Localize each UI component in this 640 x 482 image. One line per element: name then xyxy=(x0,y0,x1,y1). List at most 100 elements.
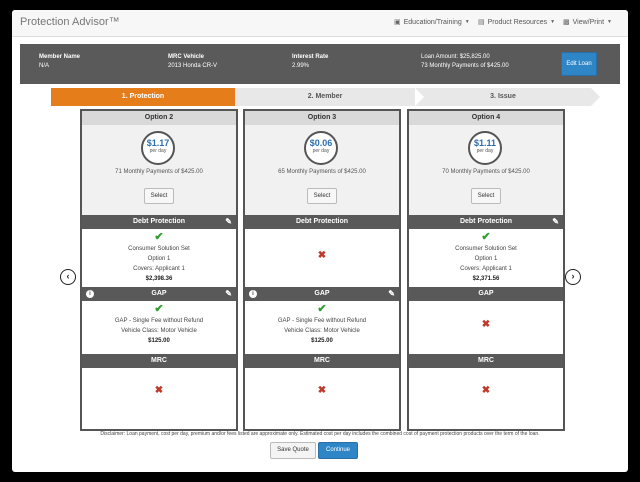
price-circle: $0.06 per day xyxy=(304,131,338,165)
section-title: MRC xyxy=(314,357,330,364)
per-day-label: per day xyxy=(149,148,167,154)
monthly-payments: 70 Monthly Payments of $425.00 xyxy=(442,169,530,175)
step-protection[interactable]: 1. Protection xyxy=(51,88,244,106)
app-window: Protection Advisor™ ▣ Education/Training… xyxy=(12,10,628,472)
chevron-down-icon: ▼ xyxy=(607,19,612,25)
coverage-line: Option 1 xyxy=(474,256,498,262)
section-title: GAP xyxy=(151,290,167,297)
next-arrow-icon[interactable]: › xyxy=(565,269,581,285)
coverage-amount: $125.00 xyxy=(148,338,170,344)
option-summary: $0.06 per day 65 Monthly Payments of $42… xyxy=(245,125,399,215)
check-icon: ✔ xyxy=(317,303,327,315)
nav-resources-label: Product Resources xyxy=(487,18,548,26)
option-card: Option 4 $1.11 per day 70 Monthly Paymen… xyxy=(407,109,565,431)
x-icon: ✖ xyxy=(317,250,327,261)
rate-info: Interest Rate 2.99% xyxy=(292,53,328,71)
mrc-header: MRC xyxy=(409,354,563,368)
previous-arrow-icon[interactable]: ‹ xyxy=(60,269,76,285)
coverage-line: Vehicle Class: Motor Vehicle xyxy=(121,328,197,334)
coverage-amount: $2,398.36 xyxy=(145,276,173,282)
info-icon[interactable]: i xyxy=(86,290,94,298)
option-title: Option 4 xyxy=(409,111,563,125)
step-member[interactable]: 2. Member xyxy=(235,88,424,106)
disclaimer: Disclaimer: Loan payment, cost per day, … xyxy=(100,431,540,437)
debt-protection-header: Debt Protection ✎ xyxy=(409,215,563,229)
price-circle: $1.11 per day xyxy=(468,131,502,165)
per-day-label: per day xyxy=(312,148,330,154)
member-info: Member Name N/A xyxy=(39,53,80,71)
save-quote-button[interactable]: Save Quote xyxy=(270,442,316,459)
section-title: GAP xyxy=(478,290,494,297)
monthly-payments: 65 Monthly Payments of $425.00 xyxy=(278,169,366,175)
section-title: Debt Protection xyxy=(295,218,349,225)
document-icon: ▤ xyxy=(478,19,485,26)
gap-header: GAP xyxy=(409,287,563,301)
debt-protection-header: Debt Protection xyxy=(245,215,399,229)
info-icon[interactable]: i xyxy=(249,290,257,298)
loan-payments: 73 Monthly Payments of $425.00 xyxy=(421,63,509,69)
option-summary: $1.17 per day 71 Monthly Payments of $42… xyxy=(82,125,236,215)
edit-pencil-icon[interactable]: ✎ xyxy=(552,217,559,227)
coverage-line: Vehicle Class: Motor Vehicle xyxy=(284,328,360,334)
debt-protection-header: Debt Protection ✎ xyxy=(82,215,236,229)
gap-header: i GAP ✎ xyxy=(82,287,236,301)
per-day-label: per day xyxy=(476,148,494,154)
coverage-line: Consumer Solution Set xyxy=(128,246,190,252)
gap-header: i GAP ✎ xyxy=(245,287,399,301)
nav-product-resources[interactable]: ▤ Product Resources ▼ xyxy=(478,18,555,27)
check-icon: ✔ xyxy=(481,231,491,243)
select-button[interactable]: Select xyxy=(144,188,174,204)
section-title: GAP xyxy=(314,290,330,297)
coverage-line: Covers: Applicant 1 xyxy=(133,266,185,272)
edit-pencil-icon[interactable]: ✎ xyxy=(388,289,395,299)
progress-steps: 1. Protection 2. Member 3. Issue xyxy=(51,88,600,106)
loan-amount: Loan Amount: $25,825.00 xyxy=(421,54,490,60)
mrc-header: MRC xyxy=(82,354,236,368)
price-per-day: $1.17 xyxy=(146,138,170,148)
member-value: N/A xyxy=(39,63,50,69)
price-per-day: $1.11 xyxy=(473,138,497,148)
option-title: Option 2 xyxy=(82,111,236,125)
mrc-header: MRC xyxy=(245,354,399,368)
continue-button[interactable]: Continue xyxy=(318,442,358,459)
vehicle-label: MRC Vehicle xyxy=(168,54,205,60)
coverage-amount: $2,371.56 xyxy=(472,276,500,282)
section-title: MRC xyxy=(478,357,494,364)
rate-value: 2.99% xyxy=(292,63,310,69)
briefcase-icon: ▣ xyxy=(394,19,401,26)
nav-view-label: View/Print xyxy=(572,18,605,26)
price-per-day: $0.06 xyxy=(309,138,333,148)
x-icon: ✖ xyxy=(317,385,327,396)
coverage-amount: $125.00 xyxy=(311,338,333,344)
coverage-line: GAP - Single Fee without Refund xyxy=(277,318,367,324)
edit-pencil-icon[interactable]: ✎ xyxy=(225,289,232,299)
edit-loan-button[interactable]: Edit Loan xyxy=(561,52,597,76)
monthly-payments: 71 Monthly Payments of $425.00 xyxy=(115,169,203,175)
coverage-line: Covers: Applicant 1 xyxy=(460,266,512,272)
section-title: Debt Protection xyxy=(459,218,513,225)
nav-education-label: Education/Training xyxy=(403,18,462,26)
vehicle-value: 2013 Honda CR-V xyxy=(168,63,218,69)
section-title: Debt Protection xyxy=(132,218,186,225)
option-title: Option 3 xyxy=(245,111,399,125)
rate-label: Interest Rate xyxy=(292,54,329,60)
chevron-down-icon: ▼ xyxy=(464,19,470,25)
select-button[interactable]: Select xyxy=(471,188,501,204)
section-title: MRC xyxy=(151,357,167,364)
nav-view-print[interactable]: ▩ View/Print ▼ xyxy=(563,18,612,27)
select-button[interactable]: Select xyxy=(307,188,337,204)
edit-pencil-icon[interactable]: ✎ xyxy=(225,217,232,227)
option-card: Option 3 $0.06 per day 65 Monthly Paymen… xyxy=(243,109,401,431)
x-icon: ✖ xyxy=(481,385,491,396)
app-title[interactable]: Protection Advisor™ xyxy=(20,16,120,28)
option-card: Option 2 $1.17 per day 71 Monthly Paymen… xyxy=(80,109,238,431)
navbar: Protection Advisor™ ▣ Education/Training… xyxy=(12,10,628,37)
step-issue[interactable]: 3. Issue xyxy=(415,88,600,106)
coverage-line: GAP - Single Fee without Refund xyxy=(114,318,204,324)
option-summary: $1.11 per day 70 Monthly Payments of $42… xyxy=(409,125,563,215)
check-icon: ✔ xyxy=(154,303,164,315)
nav-education-training[interactable]: ▣ Education/Training ▼ xyxy=(394,18,470,27)
check-icon: ✔ xyxy=(154,231,164,243)
loan-amount-info: Loan Amount: $25,825.00 73 Monthly Payme… xyxy=(421,53,509,71)
price-circle: $1.17 per day xyxy=(141,131,175,165)
